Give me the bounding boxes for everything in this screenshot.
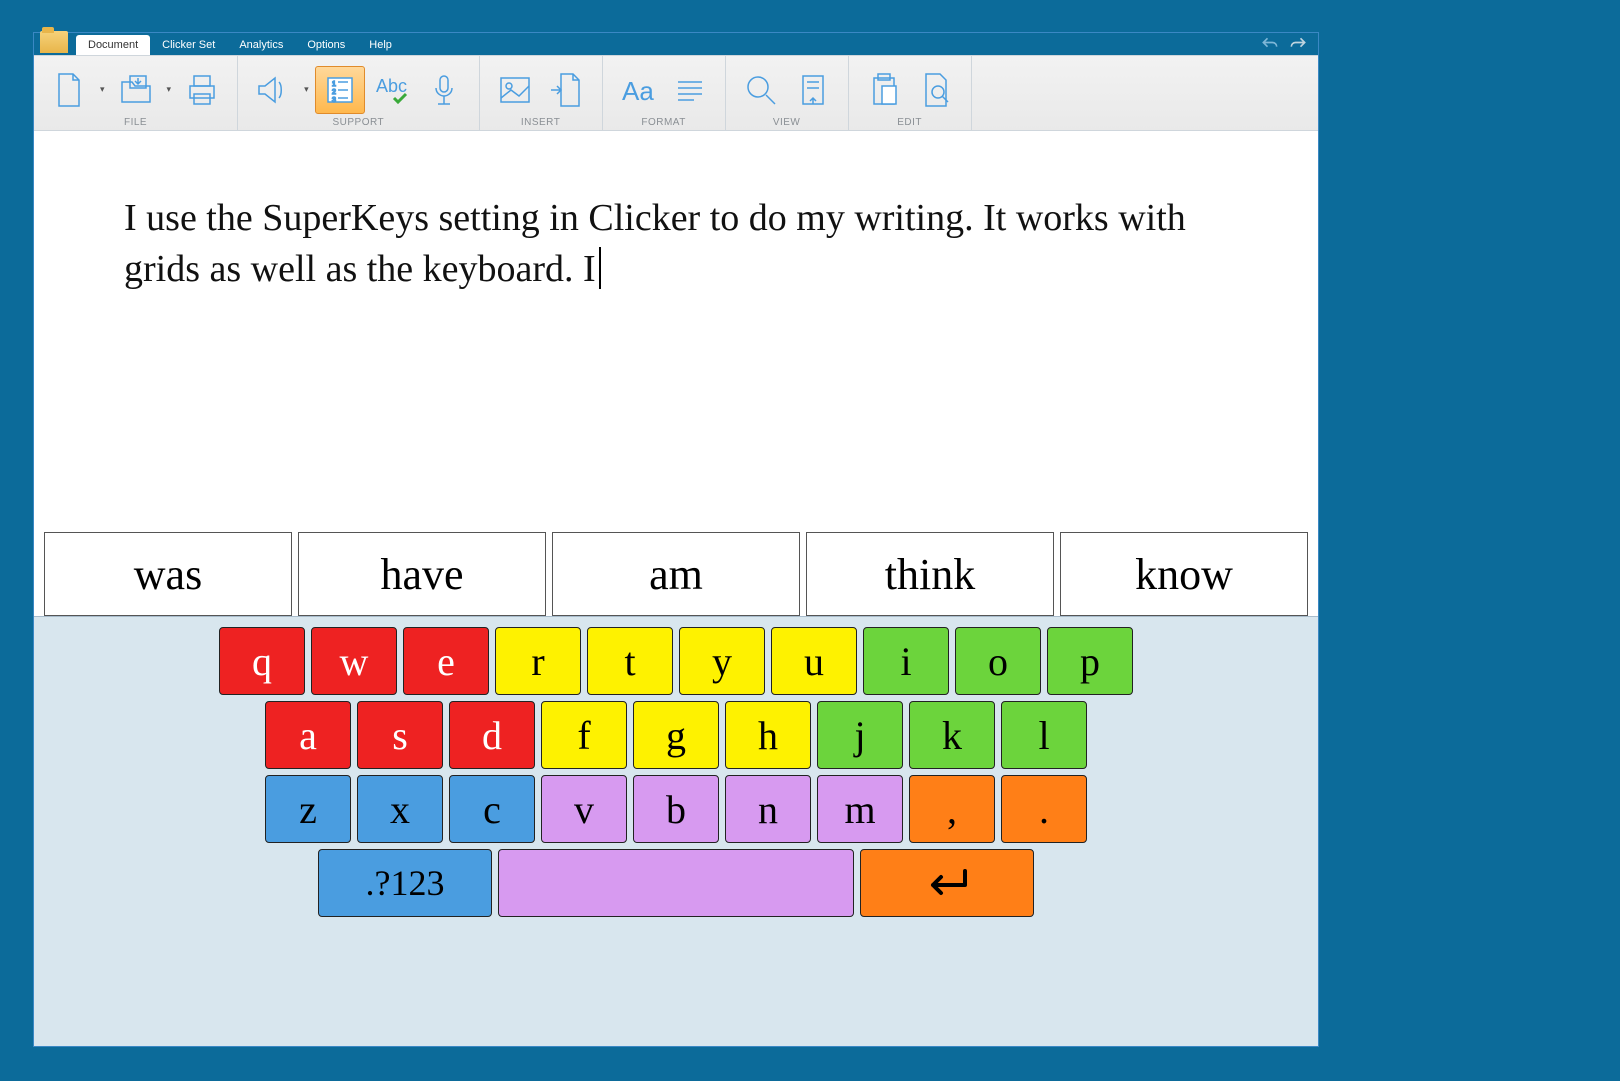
print-button[interactable]	[177, 66, 227, 114]
key-a[interactable]: a	[265, 701, 351, 769]
ribbon-group-insert: INSERT	[480, 56, 603, 130]
ribbon-group-support: ▾ 123 Abc SUPPORT	[238, 56, 480, 130]
key-i[interactable]: i	[863, 627, 949, 695]
key-l[interactable]: l	[1001, 701, 1087, 769]
key-r[interactable]: r	[495, 627, 581, 695]
voice-input-button[interactable]	[419, 66, 469, 114]
app-window: Document Clicker Set Analytics Options H…	[33, 32, 1319, 1047]
key-y[interactable]: y	[679, 627, 765, 695]
open-save-button[interactable]	[111, 66, 161, 114]
document-text: I use the SuperKeys setting in Clicker t…	[124, 193, 1228, 296]
redo-button[interactable]	[1288, 35, 1308, 60]
key-x[interactable]: x	[357, 775, 443, 843]
paste-button[interactable]	[859, 66, 909, 114]
superkeys-button[interactable]: 123	[315, 66, 365, 114]
document-text-content: I use the SuperKeys setting in Clicker t…	[124, 197, 1186, 290]
keyboard-row-2: asdfghjkl	[34, 701, 1318, 769]
new-document-dropdown[interactable]: ▾	[96, 84, 109, 95]
tab-strip: Document Clicker Set Analytics Options H…	[76, 33, 404, 55]
prediction-row: was have am think know	[44, 532, 1308, 616]
key-g[interactable]: g	[633, 701, 719, 769]
undo-button[interactable]	[1260, 35, 1280, 60]
history-buttons	[1260, 35, 1308, 60]
tab-options[interactable]: Options	[295, 35, 357, 55]
key-.[interactable]: .	[1001, 775, 1087, 843]
font-button[interactable]: Aa	[613, 66, 663, 114]
zoom-button[interactable]	[736, 66, 786, 114]
symbols-key[interactable]: .?123	[318, 849, 492, 917]
insert-file-button[interactable]	[542, 66, 592, 114]
keyboard-row-1: qwertyuiop	[34, 627, 1318, 695]
svg-text:Abc: Abc	[376, 76, 407, 96]
svg-text:1: 1	[332, 81, 336, 88]
spellcheck-button[interactable]: Abc	[367, 66, 417, 114]
prediction-word[interactable]: think	[806, 532, 1054, 616]
ribbon-group-view: VIEW	[726, 56, 849, 130]
prediction-word[interactable]: am	[552, 532, 800, 616]
insert-picture-button[interactable]	[490, 66, 540, 114]
key-d[interactable]: d	[449, 701, 535, 769]
key-w[interactable]: w	[311, 627, 397, 695]
find-button[interactable]	[911, 66, 961, 114]
prediction-word[interactable]: know	[1060, 532, 1308, 616]
document-area[interactable]: I use the SuperKeys setting in Clicker t…	[34, 133, 1318, 526]
ribbon-group-label: INSERT	[521, 117, 561, 128]
layout-button[interactable]	[788, 66, 838, 114]
key-p[interactable]: p	[1047, 627, 1133, 695]
prediction-word[interactable]: have	[298, 532, 546, 616]
key-s[interactable]: s	[357, 701, 443, 769]
key-t[interactable]: t	[587, 627, 673, 695]
enter-key[interactable]	[860, 849, 1034, 917]
ribbon-group-edit: EDIT	[849, 56, 972, 130]
prediction-word[interactable]: was	[44, 532, 292, 616]
ribbon: ▾ ▾ FILE ▾ 123 Abc	[34, 55, 1318, 131]
ribbon-group-label: VIEW	[773, 117, 801, 128]
open-save-dropdown[interactable]: ▾	[163, 84, 176, 95]
paragraph-button[interactable]	[665, 66, 715, 114]
key-c[interactable]: c	[449, 775, 535, 843]
key-z[interactable]: z	[265, 775, 351, 843]
tab-help[interactable]: Help	[357, 35, 404, 55]
svg-text:Aa: Aa	[622, 76, 654, 106]
speak-dropdown[interactable]: ▾	[300, 84, 313, 95]
key-b[interactable]: b	[633, 775, 719, 843]
key-o[interactable]: o	[955, 627, 1041, 695]
onscreen-keyboard: qwertyuiop asdfghjkl zxcvbnm,. .?123	[34, 616, 1318, 1046]
key-m[interactable]: m	[817, 775, 903, 843]
key-j[interactable]: j	[817, 701, 903, 769]
space-key[interactable]	[498, 849, 854, 917]
new-document-button[interactable]	[44, 66, 94, 114]
ribbon-group-label: SUPPORT	[332, 117, 384, 128]
ribbon-group-label: FORMAT	[641, 117, 685, 128]
key-n[interactable]: n	[725, 775, 811, 843]
tab-analytics[interactable]: Analytics	[227, 35, 295, 55]
key-v[interactable]: v	[541, 775, 627, 843]
app-folder-icon[interactable]	[40, 31, 68, 53]
key-,[interactable]: ,	[909, 775, 995, 843]
key-h[interactable]: h	[725, 701, 811, 769]
speak-button[interactable]	[248, 66, 298, 114]
key-k[interactable]: k	[909, 701, 995, 769]
svg-text:3: 3	[332, 97, 336, 104]
keyboard-row-3: zxcvbnm,.	[34, 775, 1318, 843]
key-f[interactable]: f	[541, 701, 627, 769]
tab-clicker-set[interactable]: Clicker Set	[150, 35, 227, 55]
svg-text:2: 2	[332, 89, 336, 96]
titlebar: Document Clicker Set Analytics Options H…	[34, 33, 1318, 55]
ribbon-group-label: FILE	[124, 117, 147, 128]
ribbon-group-file: ▾ ▾ FILE	[34, 56, 238, 130]
ribbon-group-label: EDIT	[897, 117, 922, 128]
key-q[interactable]: q	[219, 627, 305, 695]
text-cursor	[599, 247, 601, 289]
tab-document[interactable]: Document	[76, 35, 150, 55]
key-e[interactable]: e	[403, 627, 489, 695]
ribbon-group-format: Aa FORMAT	[603, 56, 726, 130]
keyboard-row-4: .?123	[34, 849, 1318, 917]
key-u[interactable]: u	[771, 627, 857, 695]
